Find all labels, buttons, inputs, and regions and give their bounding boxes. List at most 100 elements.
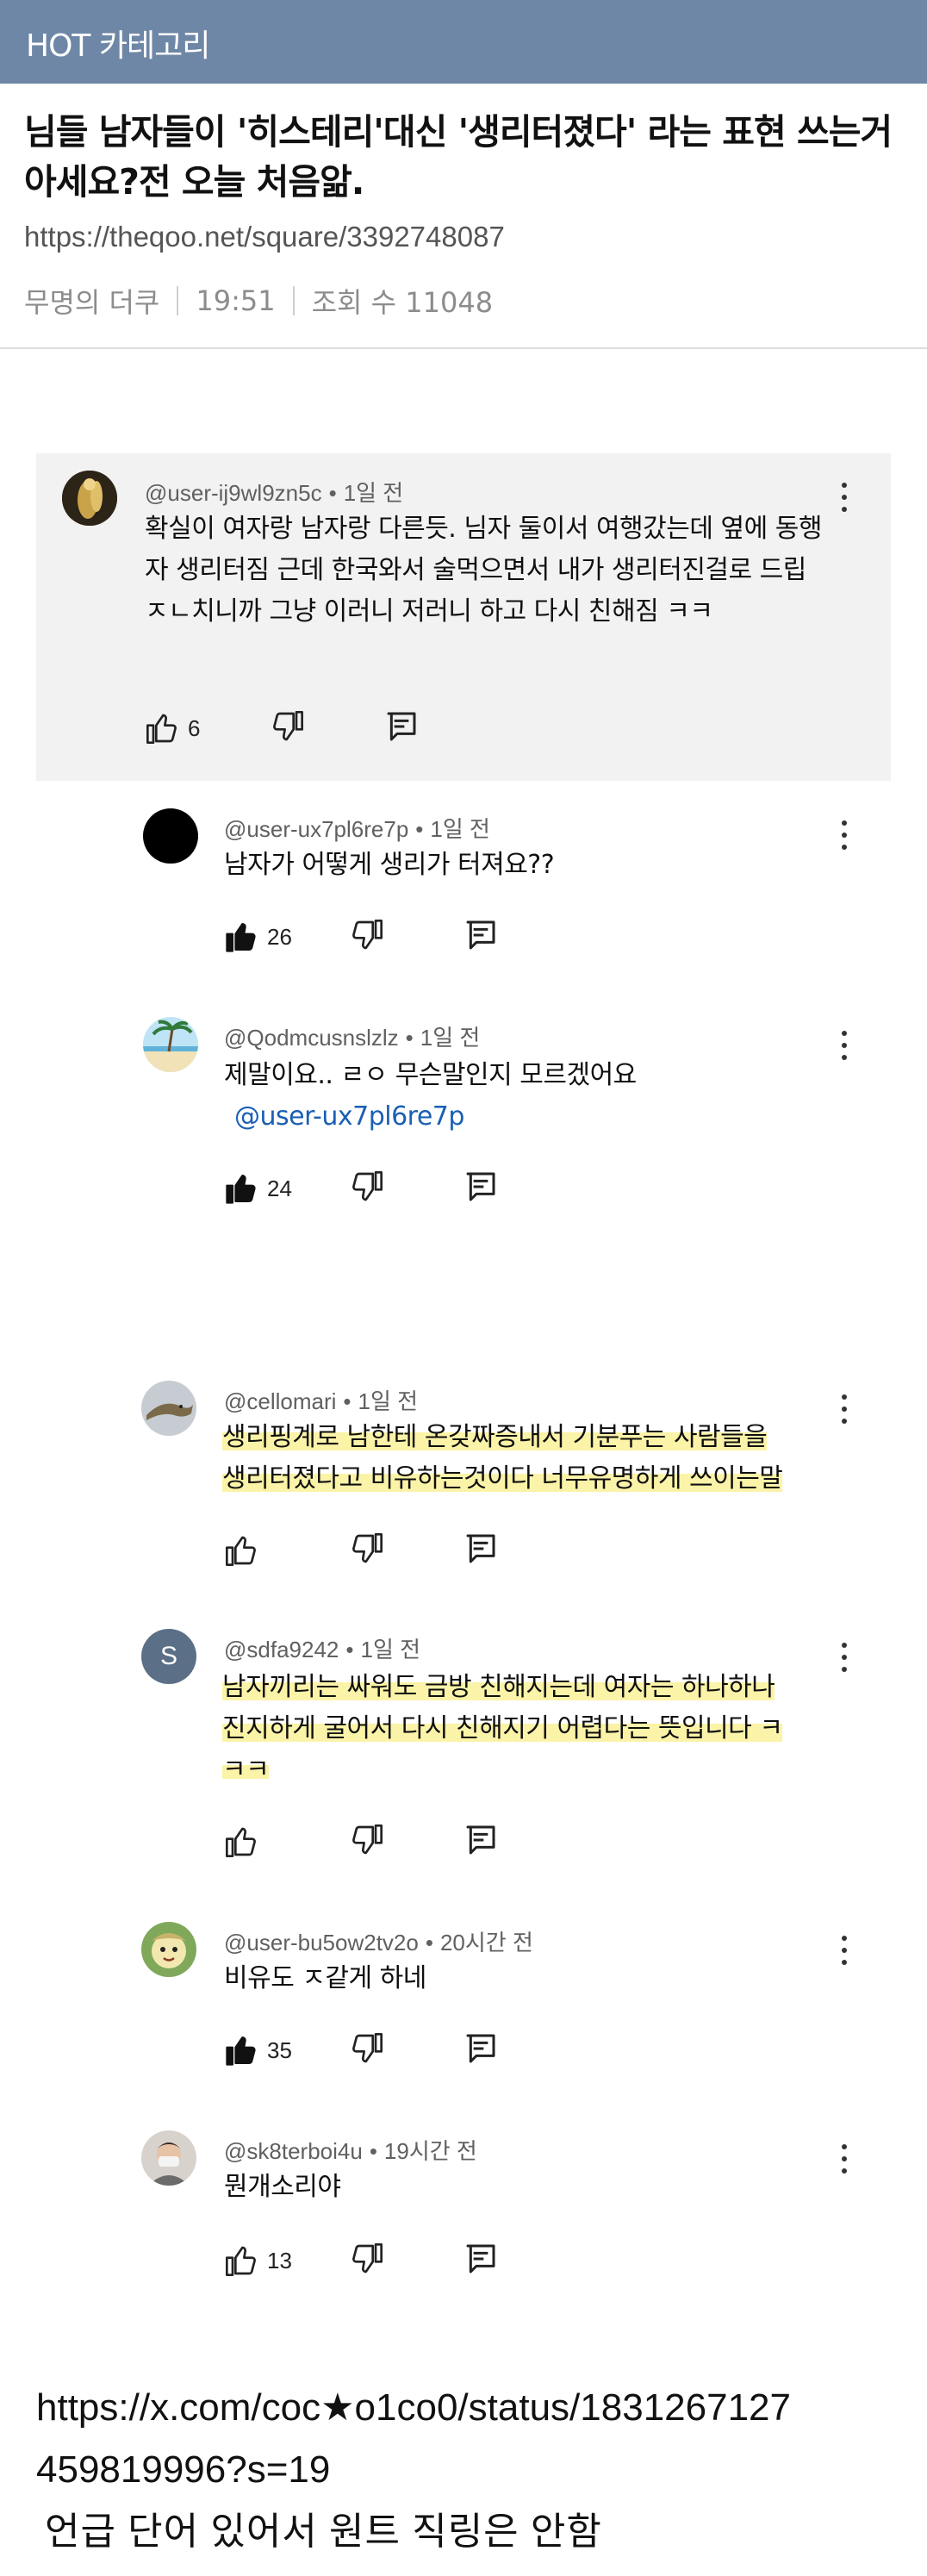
thumbs-up-icon [146,714,177,744]
comment-actions [224,1822,501,1862]
dislike-button[interactable] [350,2242,464,2280]
comment-text-line: 생리핑계로 남한테 온갖짜증내서 기분푸는 사람들을 [222,1422,768,1452]
dislike-button[interactable] [271,709,384,747]
source-link[interactable]: https://x.com/coc★o1co0/status/183126712… [36,2377,898,2501]
header-divider [0,347,927,349]
comment-actions [224,1531,501,1570]
comment-header: @user-ij9wl9zn5c • 1일 전 [145,480,404,506]
avatar[interactable] [143,1017,198,1072]
avatar[interactable] [143,808,198,864]
comment-header: @cellomari • 1일 전 [224,1388,419,1414]
thumbs-up-filled-icon [226,1175,256,1204]
dislike-button[interactable] [350,1823,464,1861]
comment-text-block: 생리핑계로 남한테 온갖짜증내서 기분푸는 사람들을 생리터졌다고 비유하는것이… [222,1417,843,1500]
comment-text: 확실이 여자랑 남자랑 다른듯. 님자 둘이서 여행갔는데 옆에 동행자 생리터… [145,514,822,627]
comment-time: 1일 전 [430,816,490,842]
comment-header: @Qodmcusnslzlz • 1일 전 [224,1025,481,1051]
thumbs-up-filled-icon [226,923,256,952]
thumbs-up-icon [226,1827,256,1857]
reply-icon [466,1172,495,1201]
comment-time: 1일 전 [358,1388,419,1414]
comment-header: @user-bu5ow2tv2o • 20시간 전 [224,1930,533,1955]
like-button[interactable]: 35 [224,2033,350,2068]
comment-username[interactable]: @sk8terboi4u [224,2138,363,2164]
comment-text-block: 남자끼리는 싸워도 금방 친해지는데 여자는 하나하나 진지하게 굴어서 다시 … [222,1667,843,1779]
comment-text-line: 남자끼리는 싸워도 금방 친해지는데 여자는 하나하나 [222,1672,775,1702]
comment-actions: 13 [224,2241,501,2280]
thumbs-down-icon [352,1824,383,1855]
footer-note: 언급 단어 있어서 원트 직링은 안함 [45,2511,602,2553]
reply-icon [387,712,416,741]
category-title[interactable]: HOT 카테고리 [26,21,210,65]
more-options-icon[interactable] [840,483,849,514]
comment-username[interactable]: @user-bu5ow2tv2o [224,1930,419,1955]
comment-text-line: 생리터졌다고 비유하는것이다 너무유명하게 쓰이는말 [222,1463,783,1494]
more-options-icon[interactable] [840,820,849,851]
reply-button[interactable] [464,2242,501,2280]
avatar[interactable] [141,1381,196,1436]
comment-actions: 35 [224,2030,501,2070]
post-url[interactable]: https://theqoo.net/square/3392748087 [24,221,505,253]
like-button[interactable] [224,1533,350,1568]
comment-username[interactable]: @cellomari [224,1388,336,1414]
dislike-button[interactable] [350,2031,464,2069]
reply-button[interactable] [464,918,501,956]
reply-icon [466,1825,495,1855]
more-options-icon[interactable] [840,1031,849,1062]
reply-button[interactable] [464,1169,501,1207]
avatar[interactable] [141,2130,196,2186]
mention-link[interactable]: @user-ux7pl6re7p [224,1096,827,1138]
comment-time: 1일 전 [343,480,404,506]
comment-actions: 26 [224,917,501,957]
avatar[interactable] [141,1922,196,1977]
post-meta: 무명의 더쿠 19:51 조회 수 11048 [24,281,493,321]
meta-divider [177,286,179,315]
comment-header: @user-ux7pl6re7p • 1일 전 [224,816,490,842]
thumbs-up-icon [226,1536,256,1566]
like-count: 6 [188,714,201,741]
comment-text-line: 진지하게 굴어서 다시 친해지기 어렵다는 뜻입니다 ㅋ [222,1713,783,1743]
avatar-letter: S [159,1642,177,1670]
comment-text: 제말이요.. ㄹㅇ 무슨말인지 모르겠어요 [224,1060,637,1090]
post-views: 조회 수 11048 [311,286,494,319]
thumbs-down-icon [352,2243,383,2273]
reply-icon [466,1534,495,1563]
comment-username[interactable]: @Qodmcusnslzlz [224,1025,399,1051]
reply-button[interactable] [464,1531,501,1569]
like-button[interactable]: 24 [224,1171,350,1206]
like-button[interactable]: 13 [224,2243,350,2278]
comment-text-line: ㅋㅋ [222,1755,270,1779]
source-link-line: https://x.com/coc★o1co0/status/183126712… [36,2386,791,2429]
like-button[interactable]: 6 [145,711,271,745]
more-options-icon[interactable] [840,1936,849,1967]
like-button[interactable] [224,1824,350,1859]
dislike-button[interactable] [350,1531,464,1569]
thumbs-up-filled-icon [226,2036,256,2066]
dislike-button[interactable] [350,1169,464,1207]
avatar[interactable]: S [141,1629,196,1684]
reply-button[interactable] [464,2031,501,2069]
reply-button[interactable] [464,1823,501,1861]
like-button[interactable]: 26 [224,920,350,954]
thumbs-down-icon [273,711,303,741]
more-options-icon[interactable] [840,2144,849,2175]
comment-username[interactable]: @user-ux7pl6re7p [224,816,408,842]
post-title: 님들 남자들이 '히스테리'대신 '생리터졌다' 라는 표현 쓰는거 아세요?전… [24,111,893,203]
like-count: 13 [267,2247,292,2273]
like-count: 35 [267,2036,292,2063]
reply-icon [466,2034,495,2063]
thumbs-down-icon [352,920,383,950]
reply-icon [466,2244,495,2273]
thumbs-down-icon [352,2033,383,2063]
thumbs-down-icon [352,1533,383,1563]
avatar[interactable] [62,471,117,526]
dislike-button[interactable] [350,918,464,956]
thumbs-up-icon [226,2246,256,2276]
comment-text: 남자가 어떻게 생리가 터져요?? [224,850,555,880]
post-time: 19:51 [196,284,276,317]
post-author: 무명의 더쿠 [24,286,160,319]
comment-username[interactable]: @sdfa9242 [224,1637,339,1662]
reply-button[interactable] [384,709,422,747]
top-bar: HOT 카테고리 [0,0,927,84]
comment-username[interactable]: @user-ij9wl9zn5c [145,480,322,506]
